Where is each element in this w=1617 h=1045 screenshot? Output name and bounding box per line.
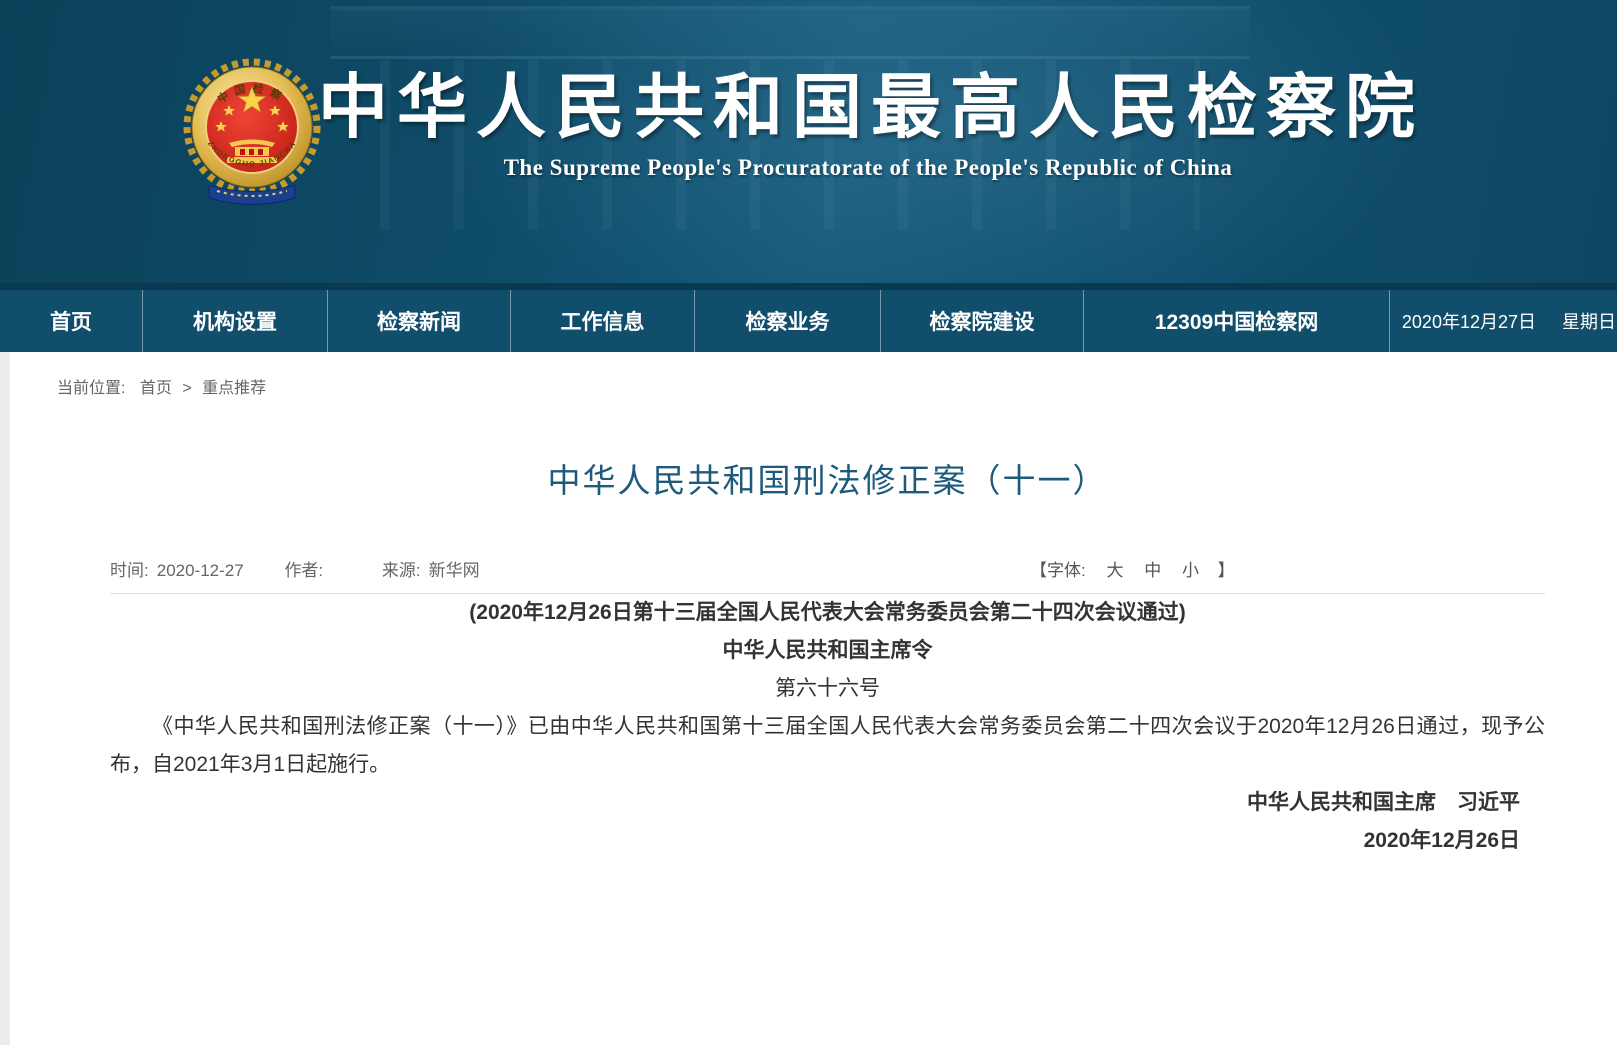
meta-author-label: 作者: xyxy=(284,561,323,580)
procuratorate-emblem-icon: 中国检察 ZHONGGUO JIANCHA xyxy=(183,50,321,222)
article-title: 中华人民共和国刑法修正案（十一） xyxy=(110,460,1545,504)
breadcrumb-separator: > xyxy=(182,380,191,397)
paragraph-signature: 中华人民共和国主席 习近平 xyxy=(110,784,1545,822)
font-size-widget: 【字体: 大 中 小 】 xyxy=(1030,556,1235,581)
font-size-large-button[interactable]: 大 xyxy=(1106,561,1123,580)
nav-item-procuratorate-construction[interactable]: 检察院建设 xyxy=(881,290,1084,352)
nav-item-work-info[interactable]: 工作信息 xyxy=(511,290,695,352)
meta-source-label: 来源: xyxy=(382,561,421,580)
nav-top-strip xyxy=(0,283,1617,290)
site-title-en: The Supreme People's Procuratorate of th… xyxy=(318,155,1418,181)
article-meta-row: 时间: 2020-12-27 作者: 来源: 新华网 【字体: 大 中 小 】 xyxy=(110,556,1545,578)
nav-item-procuratorial-business[interactable]: 检察业务 xyxy=(695,290,881,352)
paragraph-decree-number: 第六十六号 xyxy=(110,670,1545,708)
nav-item-12309-network[interactable]: 12309中国检察网 xyxy=(1084,290,1390,352)
meta-time-label: 时间: xyxy=(110,561,149,580)
page-content: 当前位置: 首页 > 重点推荐 中华人民共和国刑法修正案（十一） 时间: 2020… xyxy=(10,352,1617,1045)
font-widget-close: 】 xyxy=(1218,561,1235,580)
nav-date-block: 2020年12月27日 星期日 xyxy=(1390,290,1617,352)
paragraph-presidential-decree: 中华人民共和国主席令 xyxy=(110,632,1545,670)
paragraph-sign-date: 2020年12月26日 xyxy=(110,822,1545,860)
font-size-medium-button[interactable]: 中 xyxy=(1144,561,1161,580)
nav-item-organization[interactable]: 机构设置 xyxy=(143,290,328,352)
nav-date: 2020年12月27日 xyxy=(1402,308,1536,334)
nav-item-procuratorial-news[interactable]: 检察新闻 xyxy=(328,290,511,352)
meta-time-value: 2020-12-27 xyxy=(157,561,244,580)
site-header: 中国检察 ZHONGGUO JIANCHA 中华人民共和国最高人民检察院 The… xyxy=(0,0,1617,283)
nav-weekday: 星期日 xyxy=(1562,308,1616,334)
meta-source-value: 新华网 xyxy=(429,561,480,580)
site-title-block: 中华人民共和国最高人民检察院 The Supreme People's Proc… xyxy=(318,70,1418,181)
font-widget-open: 【字体: xyxy=(1030,561,1086,580)
breadcrumb-label: 当前位置: xyxy=(57,380,125,397)
site-title-cn: 中华人民共和国最高人民检察院 xyxy=(318,70,1418,147)
font-size-small-button[interactable]: 小 xyxy=(1182,561,1199,580)
paragraph-passed-note: (2020年12月26日第十三届全国人民代表大会常务委员会第二十四次会议通过) xyxy=(110,594,1545,632)
breadcrumb: 当前位置: 首页 > 重点推荐 xyxy=(10,352,1617,398)
article: 中华人民共和国刑法修正案（十一） 时间: 2020-12-27 作者: 来源: 新华… xyxy=(110,460,1545,860)
main-nav: 首页 机构设置 检察新闻 工作信息 检察业务 检察院建设 12309中国检察网 … xyxy=(0,290,1617,352)
paragraph-body: 《中华人民共和国刑法修正案（十一）》已由中华人民共和国第十三届全国人民代表大会常… xyxy=(110,708,1545,784)
breadcrumb-home-link[interactable]: 首页 xyxy=(140,380,172,397)
breadcrumb-current-link[interactable]: 重点推荐 xyxy=(202,380,266,397)
nav-item-home[interactable]: 首页 xyxy=(0,290,143,352)
